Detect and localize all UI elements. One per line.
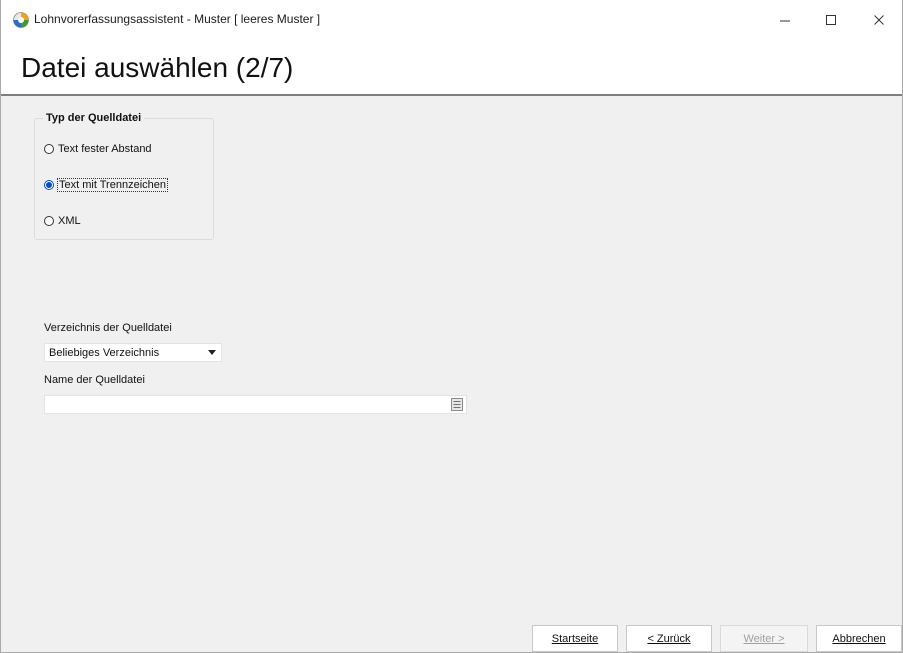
start-page-button[interactable]: Startseite: [532, 625, 618, 652]
close-icon: [874, 15, 884, 25]
cancel-button[interactable]: Abbrechen: [816, 625, 902, 652]
radio-label: Text mit Trennzeichen: [57, 178, 168, 192]
filename-input[interactable]: [44, 395, 467, 414]
dropdown-button[interactable]: [205, 346, 219, 359]
radio-button[interactable]: [44, 216, 54, 226]
minimize-button[interactable]: [762, 0, 808, 40]
next-label: Weiter >: [743, 632, 785, 645]
directory-selected-value: Beliebiges Verzeichnis: [49, 347, 160, 359]
minimize-icon: [780, 20, 790, 22]
radio-button-checked[interactable]: [44, 180, 54, 190]
wizard-header: Datei auswählen (2/7): [1, 40, 902, 96]
wizard-window: Lohnvorerfassungsassistent - Muster [ le…: [0, 0, 903, 653]
radio-label: Text fester Abstand: [58, 143, 152, 155]
start-page-label: Startseite: [551, 632, 599, 645]
directory-label: Verzeichnis der Quelldatei: [44, 322, 172, 334]
app-logo-icon: [13, 12, 29, 28]
radio-label: XML: [58, 215, 81, 227]
chevron-down-icon: [208, 350, 216, 355]
next-button[interactable]: Weiter >: [720, 625, 808, 652]
back-label: < Zurück: [647, 632, 691, 645]
directory-select[interactable]: Beliebiges Verzeichnis: [44, 343, 222, 362]
maximize-button[interactable]: [808, 0, 854, 40]
title-bar: Lohnvorerfassungsassistent - Muster [ le…: [1, 0, 902, 40]
back-button[interactable]: < Zurück: [626, 625, 712, 652]
browse-file-icon[interactable]: [451, 398, 463, 411]
cancel-label: Abbrechen: [832, 632, 886, 645]
radio-fixed-width[interactable]: Text fester Abstand: [44, 143, 152, 155]
source-type-legend: Typ der Quelldatei: [43, 112, 145, 124]
radio-button[interactable]: [44, 144, 54, 154]
radio-delimited[interactable]: Text mit Trennzeichen: [44, 178, 168, 192]
radio-xml[interactable]: XML: [44, 215, 81, 227]
filename-label: Name der Quelldatei: [44, 374, 145, 386]
source-type-group: Typ der Quelldatei Text fester Abstand T…: [34, 112, 214, 240]
close-button[interactable]: [856, 0, 902, 40]
page-title: Datei auswählen (2/7): [21, 52, 294, 83]
window-title: Lohnvorerfassungsassistent - Muster [ le…: [34, 12, 321, 26]
maximize-icon: [826, 15, 836, 25]
